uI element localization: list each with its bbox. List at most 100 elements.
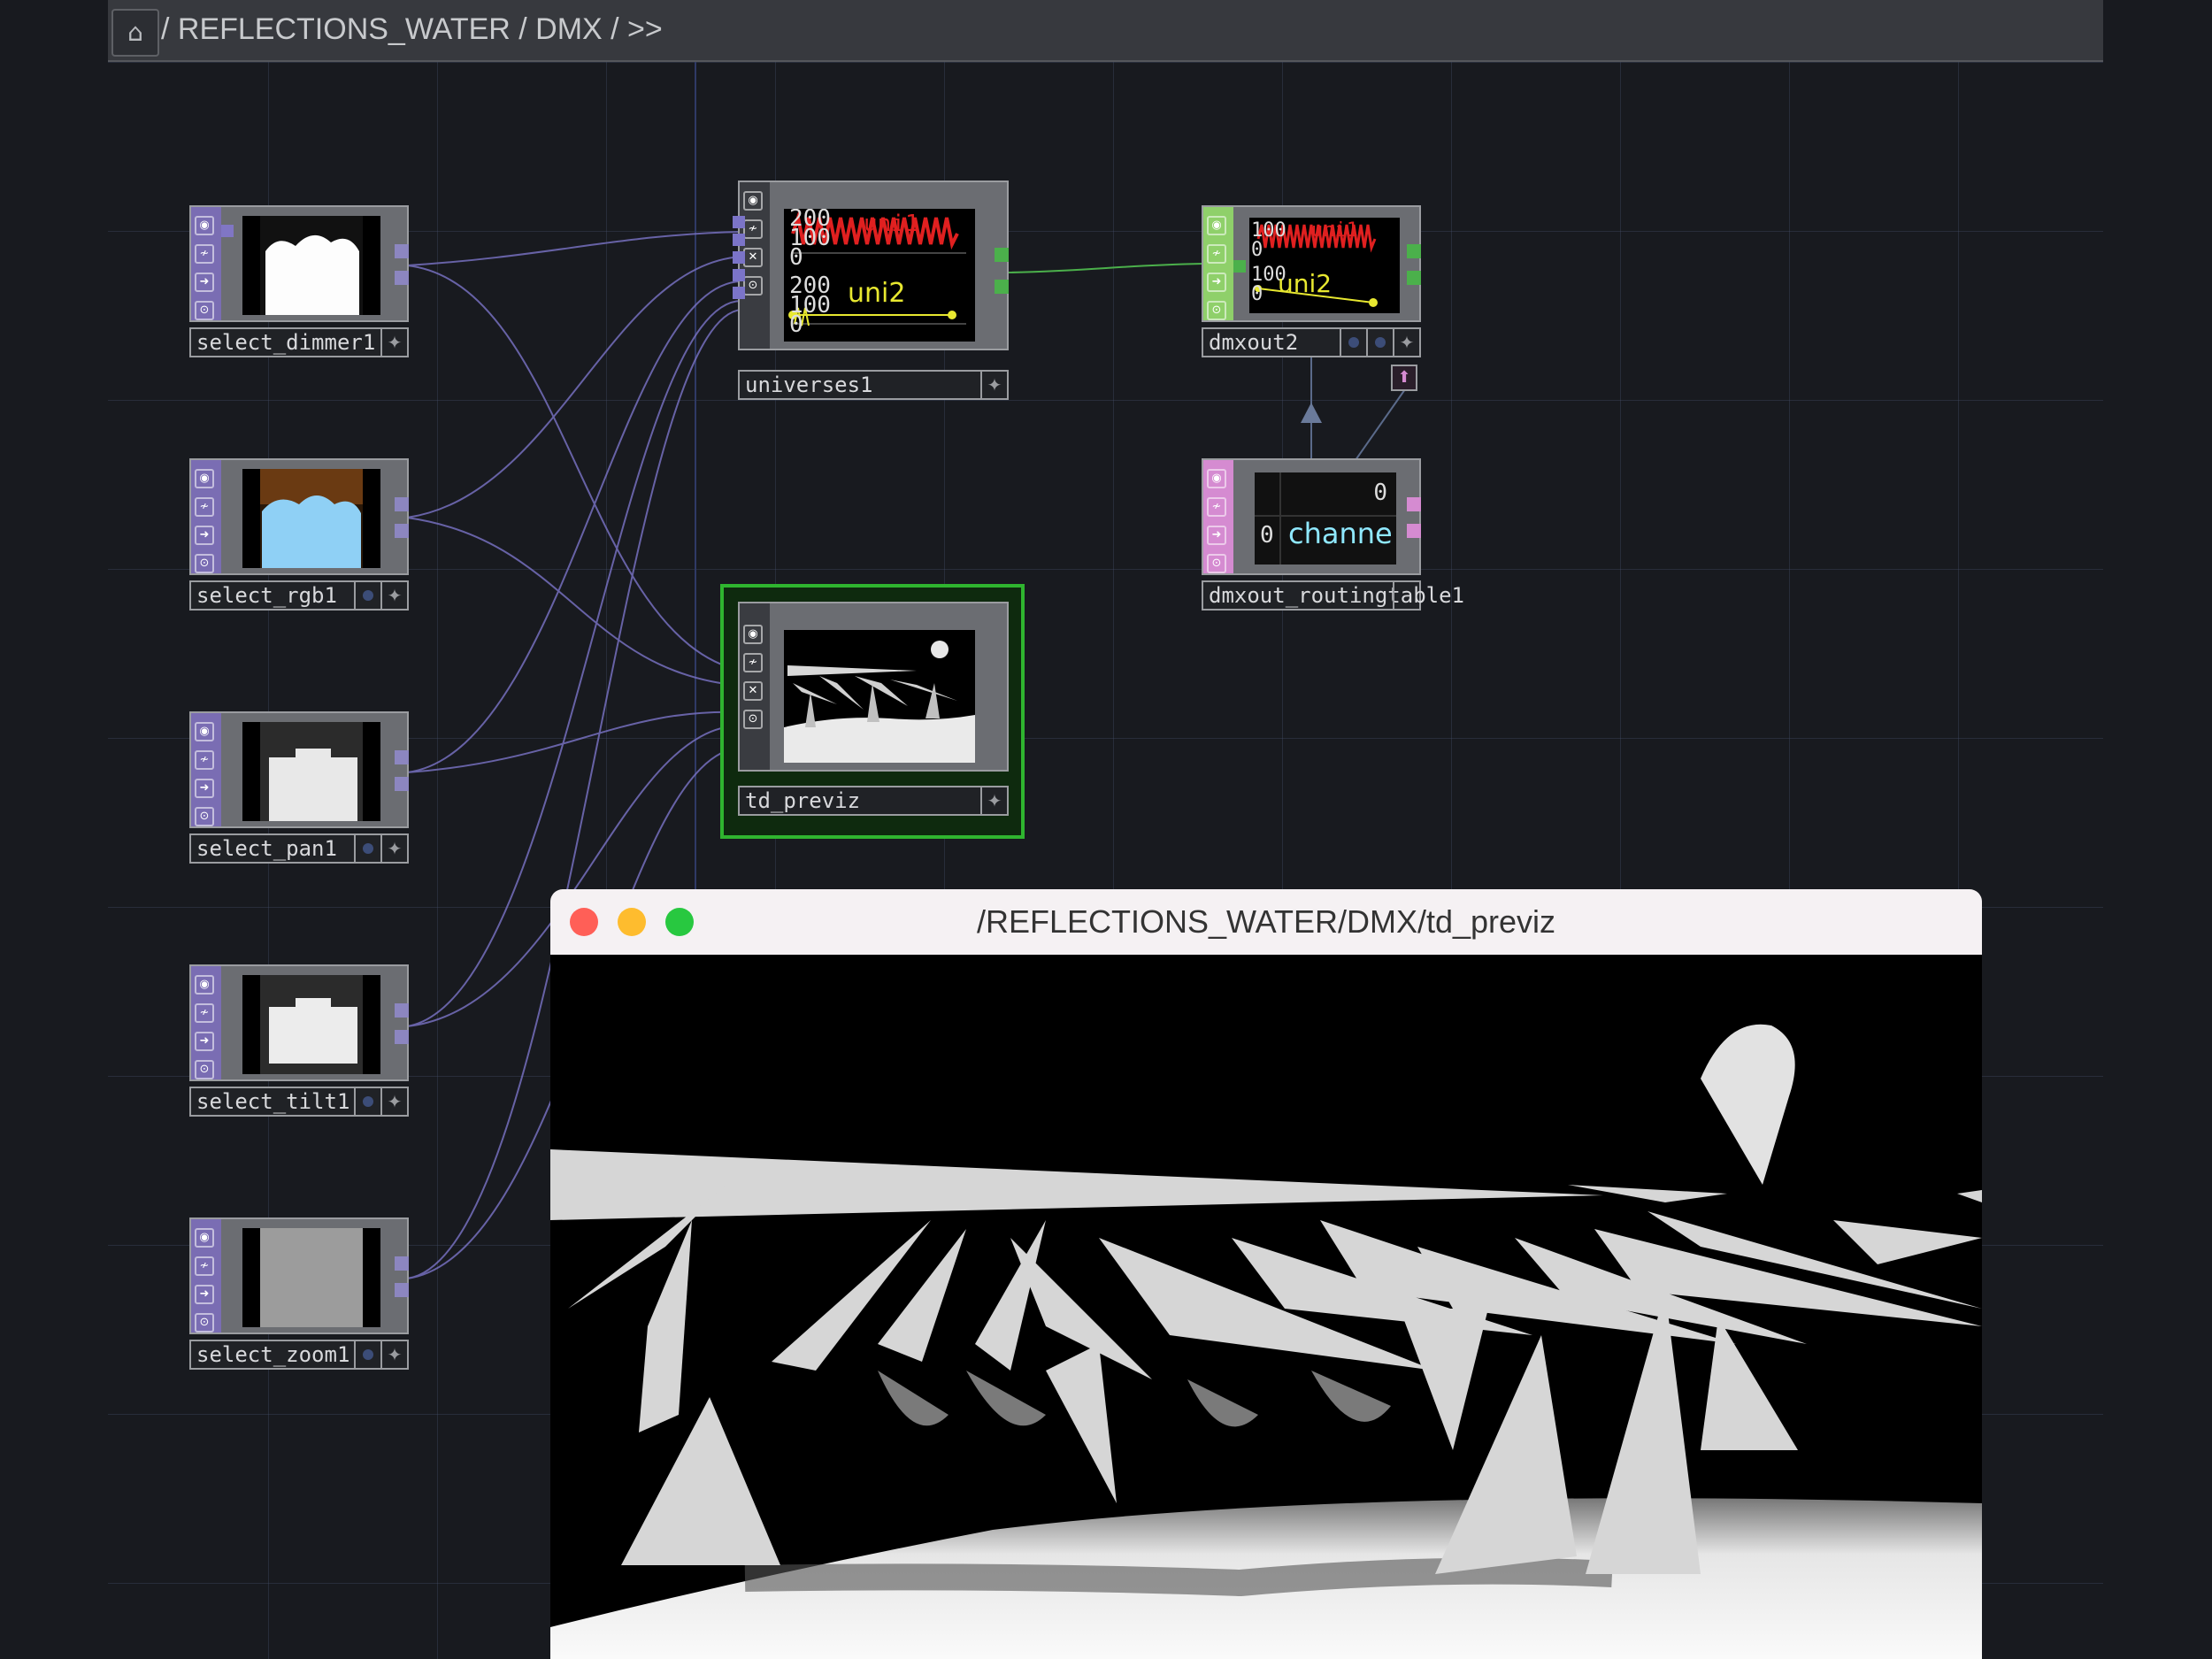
output-port[interactable]	[995, 248, 1009, 262]
viewer-icon[interactable]: ◉	[195, 1228, 214, 1248]
viewer-icon[interactable]: ◉	[195, 469, 214, 488]
output-port[interactable]	[395, 1030, 409, 1044]
lock-icon[interactable]: ⊙	[195, 554, 214, 573]
node-label[interactable]: td_previz ✦	[738, 786, 1009, 816]
lock-icon[interactable]: ⊙	[1207, 301, 1226, 320]
lock-icon[interactable]: ⊙	[1207, 554, 1226, 573]
display-flag-icon[interactable]: ✦	[380, 582, 407, 609]
output-port[interactable]	[1407, 244, 1421, 258]
node-flag-strip[interactable]: ◉ ≁ ✕ ⊙	[740, 603, 770, 770]
node-flag-strip[interactable]: ◉ ≁ ➜ ⊙	[1203, 460, 1233, 573]
input-port[interactable]	[221, 225, 234, 237]
display-flag-icon[interactable]: ✦	[980, 787, 1007, 814]
wire	[406, 280, 742, 773]
wire	[406, 265, 742, 672]
status-dot-icon[interactable]	[354, 1088, 380, 1115]
node-label[interactable]: select_dimmer1 ✦	[189, 327, 409, 357]
display-flag-icon[interactable]: ✦	[380, 329, 407, 356]
status-dot-icon[interactable]	[354, 835, 380, 862]
input-port[interactable]	[1233, 260, 1246, 273]
display-flag-icon[interactable]: ✦	[980, 372, 1007, 398]
viewer-icon[interactable]: ◉	[195, 216, 214, 235]
output-port[interactable]	[1407, 271, 1421, 285]
bypass-icon[interactable]: ≁	[1207, 244, 1226, 264]
bypass-icon[interactable]: ≁	[195, 1003, 214, 1023]
clone-icon[interactable]: ➜	[195, 1032, 214, 1051]
viewer-icon[interactable]: ◉	[195, 722, 214, 741]
clone-icon[interactable]: ➜	[195, 779, 214, 798]
output-port[interactable]	[395, 777, 409, 791]
node-flag-strip[interactable]: ◉ ≁ ➜ ⊙	[1203, 207, 1233, 320]
bypass-icon[interactable]: ≁	[1207, 497, 1226, 517]
input-port[interactable]	[733, 251, 745, 264]
clone-icon[interactable]: ➜	[195, 273, 214, 292]
lock-icon[interactable]: ⊙	[195, 301, 214, 320]
render-view[interactable]	[550, 955, 1982, 1659]
viewer-window[interactable]: /REFLECTIONS_WATER/DMX/td_previz	[550, 889, 1982, 1659]
node-flag-strip[interactable]: ◉ ≁ ➜ ⊙	[191, 460, 221, 573]
status-dot-icon[interactable]	[354, 1341, 380, 1368]
output-port[interactable]	[395, 497, 409, 511]
status-dot-icon[interactable]	[1366, 329, 1393, 356]
output-port[interactable]	[395, 271, 409, 285]
clone-icon[interactable]: ➜	[195, 526, 214, 545]
output-port[interactable]	[1407, 497, 1421, 511]
clone-icon[interactable]: ➜	[1207, 526, 1226, 545]
lock-icon[interactable]: ⊙	[195, 1060, 214, 1079]
node-flag-strip[interactable]: ◉ ≁ ➜ ⊙	[191, 1219, 221, 1333]
bypass-icon[interactable]: ≁	[195, 750, 214, 770]
output-port[interactable]	[1407, 524, 1421, 538]
bypass-icon[interactable]: ≁	[195, 1256, 214, 1276]
viewer-icon[interactable]: ◉	[743, 191, 763, 211]
node-flag-strip[interactable]: ◉ ≁ ➜ ⊙	[191, 966, 221, 1079]
input-port[interactable]	[733, 216, 745, 228]
clone-icon[interactable]: ➜	[195, 1285, 214, 1304]
output-port[interactable]	[395, 524, 409, 538]
viewer-icon[interactable]: ◉	[1207, 216, 1226, 235]
bypass-icon[interactable]: ≁	[743, 219, 763, 239]
input-port[interactable]	[733, 269, 745, 281]
clone-icon[interactable]: ➜	[1207, 273, 1226, 292]
lock-icon[interactable]: ⊙	[195, 1313, 214, 1333]
lock-icon[interactable]: ⊙	[743, 710, 763, 729]
node-label[interactable]: select_tilt1 ✦	[189, 1087, 409, 1117]
display-flag-icon[interactable]: ✦	[380, 835, 407, 862]
display-flag-icon[interactable]: ✦	[1393, 329, 1419, 356]
bypass-icon[interactable]: ≁	[195, 244, 214, 264]
node-label[interactable]: dmxout2 ✦	[1202, 327, 1421, 357]
node-label[interactable]: select_rgb1 ✦	[189, 580, 409, 611]
output-port[interactable]	[395, 244, 409, 258]
viewer-icon[interactable]: ◉	[195, 975, 214, 995]
node-flag-strip[interactable]: ◉ ≁ ➜ ⊙	[191, 713, 221, 826]
output-port[interactable]	[395, 1283, 409, 1297]
output-port[interactable]	[395, 1256, 409, 1271]
output-port[interactable]	[995, 280, 1009, 294]
output-port[interactable]	[395, 1003, 409, 1018]
display-flag-icon[interactable]: ✦	[380, 1088, 407, 1115]
node-td-previz[interactable]: ◉ ≁ ✕ ⊙ td_previz ✦	[720, 584, 1025, 839]
viewer-icon[interactable]: ◉	[743, 625, 763, 644]
input-port[interactable]	[733, 287, 745, 299]
node-flag-strip[interactable]: ◉ ≁ ✕ ⊙	[740, 182, 770, 349]
status-dot-icon[interactable]	[354, 582, 380, 609]
status-dot-icon[interactable]	[1340, 329, 1366, 356]
delete-icon[interactable]: ✕	[743, 248, 763, 267]
node-label[interactable]: dmxout_routingtable1	[1202, 580, 1464, 611]
node-viewer	[242, 469, 380, 568]
lock-icon[interactable]: ⊙	[743, 276, 763, 296]
display-flag-icon[interactable]: ✦	[380, 1341, 407, 1368]
node-flag-strip[interactable]: ◉ ≁ ➜ ⊙	[191, 207, 221, 320]
display-flag-icon[interactable]	[1393, 582, 1419, 609]
lock-icon[interactable]: ⊙	[195, 807, 214, 826]
input-port[interactable]	[733, 234, 745, 246]
node-label[interactable]: select_pan1 ✦	[189, 833, 409, 864]
bypass-icon[interactable]: ≁	[743, 653, 763, 672]
bypass-icon[interactable]: ≁	[195, 497, 214, 517]
parameter-reference-icon[interactable]: ⬆	[1391, 365, 1417, 391]
viewer-icon[interactable]: ◉	[1207, 469, 1226, 488]
window-title-bar[interactable]: /REFLECTIONS_WATER/DMX/td_previz	[550, 889, 1982, 956]
node-label[interactable]: universes1 ✦	[738, 370, 1009, 400]
delete-icon[interactable]: ✕	[743, 681, 763, 701]
output-port[interactable]	[395, 750, 409, 764]
node-label[interactable]: select_zoom1 ✦	[189, 1340, 409, 1370]
